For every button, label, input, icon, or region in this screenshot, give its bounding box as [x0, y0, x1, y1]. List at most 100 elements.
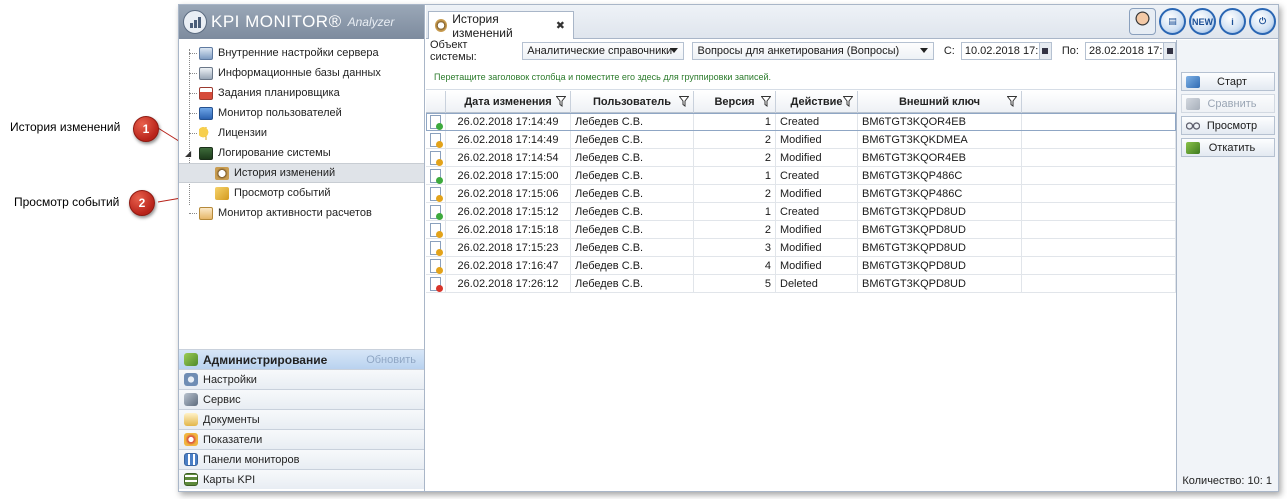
cell-external-key: BM6TGT3KQPD8UD — [858, 257, 1022, 275]
filter-funnel-icon[interactable] — [679, 96, 689, 107]
tree-item-user-monitor[interactable]: Монитор пользователей — [179, 103, 424, 123]
column-header-version[interactable]: Версия — [694, 91, 776, 113]
rollback-button[interactable]: Откатить — [1181, 138, 1275, 157]
modified-record-icon — [430, 259, 443, 274]
tree-item-scheduler[interactable]: Задания планировщика — [179, 83, 424, 103]
table-row[interactable]: 26.02.2018 17:16:47 Лебедев С.В. 4 Modified… — [426, 257, 1176, 275]
collapse-triangle-icon[interactable]: ◢ — [185, 149, 191, 158]
cell-external-key: BM6TGT3KQKDMEA — [858, 131, 1022, 149]
user-avatar-icon[interactable] — [1129, 8, 1156, 35]
table-row[interactable]: 26.02.2018 17:14:54 Лебедев С.В. 2 Modified… — [426, 149, 1176, 167]
panels-icon — [184, 453, 198, 466]
tree-item-licenses[interactable]: Лицензии — [179, 123, 424, 143]
table-row[interactable]: 26.02.2018 17:15:12 Лебедев С.В. 1 Created B… — [426, 203, 1176, 221]
cell-filler — [1022, 257, 1176, 275]
table-row[interactable]: 26.02.2018 17:14:49 Лебедев С.В. 1 Created B… — [426, 113, 1176, 131]
actions-panel: Старт Сравнить Просмотр Откатить Количес… — [1176, 40, 1278, 491]
table-row[interactable]: 26.02.2018 17:26:12 Лебедев С.В. 5 Deleted B… — [426, 275, 1176, 293]
tree-item-change-history[interactable]: История изменений — [179, 163, 424, 183]
cell-status — [426, 221, 446, 239]
nav-bar: Администрирование Обновить Настройки Серв… — [179, 349, 424, 489]
cell-date: 26.02.2018 17:14:49 — [446, 113, 571, 131]
filter-funnel-icon[interactable] — [761, 96, 771, 107]
power-icon[interactable]: ⏻ — [1249, 8, 1276, 35]
cell-action: Deleted — [776, 275, 858, 293]
calendar-icon — [199, 86, 213, 100]
calendar-icon[interactable] — [1038, 43, 1051, 59]
cell-action: Modified — [776, 239, 858, 257]
column-header-external-key[interactable]: Внешний ключ — [858, 91, 1022, 113]
server-settings-icon — [199, 46, 213, 60]
filter-funnel-icon[interactable] — [1007, 96, 1017, 107]
cell-action: Modified — [776, 185, 858, 203]
tree-item-databases[interactable]: Информационные базы данных — [179, 63, 424, 83]
modified-record-icon — [430, 223, 443, 238]
close-icon[interactable]: ✖ — [556, 19, 565, 32]
column-header-action[interactable]: Действие — [776, 91, 858, 113]
info-icon[interactable]: i — [1219, 8, 1246, 35]
cell-user: Лебедев С.В. — [571, 131, 694, 149]
tree-item-calc-activity[interactable]: Монитор активности расчетов — [179, 203, 424, 223]
date-to-input[interactable]: 28.02.2018 17:13 — [1084, 42, 1176, 60]
cell-user: Лебедев С.В. — [571, 185, 694, 203]
chevron-down-icon — [919, 48, 928, 53]
history-grid: Дата изменения Пользователь Версия Дейст… — [426, 91, 1176, 491]
callout-badge-1: 1 — [133, 116, 159, 142]
questions-select[interactable]: Вопросы для анкетирования (Вопросы) — [692, 42, 934, 60]
table-row[interactable]: 26.02.2018 17:15:06 Лебедев С.В. 2 Modified… — [426, 185, 1176, 203]
nav-monitor-panels[interactable]: Панели мониторов — [179, 449, 424, 469]
nav-indicators[interactable]: Показатели — [179, 429, 424, 449]
view-button[interactable]: Просмотр — [1181, 116, 1275, 135]
cell-status — [426, 239, 446, 257]
nav-service[interactable]: Сервис — [179, 389, 424, 409]
cell-version: 2 — [694, 185, 776, 203]
new-icon[interactable]: NEW — [1189, 8, 1216, 35]
object-select[interactable]: Аналитические справочники — [522, 42, 685, 60]
table-row[interactable]: 26.02.2018 17:15:00 Лебедев С.В. 1 Created B… — [426, 167, 1176, 185]
grid-header: Дата изменения Пользователь Версия Дейст… — [426, 91, 1176, 113]
record-count: Количество: 10: 1 — [1182, 475, 1272, 487]
tools-icon — [184, 393, 198, 406]
nav-administration[interactable]: Администрирование Обновить — [179, 349, 424, 369]
cell-external-key: BM6TGT3KQPD8UD — [858, 239, 1022, 257]
main-area: История изменений ✖ ▤ NEW i ⏻ Объект сис… — [426, 5, 1278, 491]
nav-settings[interactable]: Настройки — [179, 369, 424, 389]
table-row[interactable]: 26.02.2018 17:15:18 Лебедев С.В. 2 Modified… — [426, 221, 1176, 239]
cell-date: 26.02.2018 17:15:00 — [446, 167, 571, 185]
chevron-down-icon — [670, 48, 679, 53]
cell-external-key: BM6TGT3KQPD8UD — [858, 275, 1022, 293]
cell-version: 2 — [694, 131, 776, 149]
cell-filler — [1022, 221, 1176, 239]
cell-status — [426, 131, 446, 149]
cell-filler — [1022, 167, 1176, 185]
tree-item-logging[interactable]: ◢ Логирование системы — [179, 143, 424, 163]
nav-kpi-maps[interactable]: Карты KPI — [179, 469, 424, 489]
column-header-user[interactable]: Пользователь — [571, 91, 694, 113]
tree-item-server-settings[interactable]: Внутренние настройки сервера — [179, 43, 424, 63]
cell-date: 26.02.2018 17:14:54 — [446, 149, 571, 167]
compare-button[interactable]: Сравнить — [1181, 94, 1275, 113]
refresh-link[interactable]: Обновить — [366, 354, 416, 366]
cell-action: Modified — [776, 131, 858, 149]
sheet-icon[interactable]: ▤ — [1159, 8, 1186, 35]
column-header-date[interactable]: Дата изменения — [446, 91, 571, 113]
table-row[interactable]: 26.02.2018 17:15:23 Лебедев С.В. 3 Modified… — [426, 239, 1176, 257]
cell-user: Лебедев С.В. — [571, 221, 694, 239]
filter-funnel-icon[interactable] — [556, 96, 566, 107]
tree-item-event-viewer[interactable]: Просмотр событий — [179, 183, 424, 203]
rollback-icon — [1186, 141, 1200, 154]
tab-change-history[interactable]: История изменений ✖ — [428, 11, 574, 40]
start-button[interactable]: Старт — [1181, 72, 1275, 91]
activity-icon — [199, 206, 213, 220]
group-panel-hint[interactable]: Перетащите заголовок столбца и поместите… — [426, 64, 1176, 90]
cell-action: Created — [776, 203, 858, 221]
from-label: С: — [943, 45, 955, 57]
modified-record-icon — [430, 241, 443, 256]
calendar-icon[interactable] — [1163, 43, 1175, 59]
events-icon — [215, 186, 229, 200]
cell-action: Modified — [776, 257, 858, 275]
table-row[interactable]: 26.02.2018 17:14:49 Лебедев С.В. 2 Modified… — [426, 131, 1176, 149]
date-from-input[interactable]: 10.02.2018 17:13 — [960, 42, 1052, 60]
nav-documents[interactable]: Документы — [179, 409, 424, 429]
filter-funnel-icon[interactable] — [843, 96, 853, 107]
